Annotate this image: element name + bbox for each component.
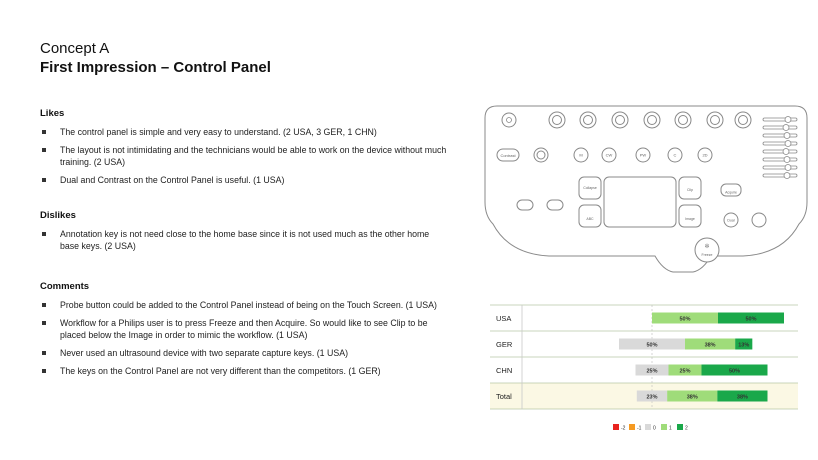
list-item: Workflow for a Philips user is to press …	[40, 317, 450, 341]
list-item: The layout is not intimidating and the t…	[40, 144, 450, 168]
svg-text:Contrast: Contrast	[500, 153, 516, 158]
concept-title: Concept A	[40, 40, 110, 57]
legend-swatch-0	[645, 424, 651, 430]
list-item: The keys on the Control Panel are not ve…	[40, 365, 450, 377]
likes-list: The control panel is simple and very eas…	[40, 126, 450, 186]
comments-section: Comments Probe button could be added to …	[40, 281, 450, 383]
list-item: The control panel is simple and very eas…	[40, 126, 450, 138]
contrast-button: Contrast	[496, 148, 520, 162]
legend-swatch-1	[661, 424, 667, 430]
legend-swatch--2	[613, 424, 619, 430]
svg-text:C: C	[674, 153, 677, 158]
data-label: 23%	[646, 394, 657, 400]
category-label-total: Total	[496, 392, 512, 401]
svg-text:CW: CW	[606, 153, 613, 158]
svg-text:Freeze: Freeze	[702, 253, 713, 257]
data-label: 25%	[646, 368, 657, 374]
rating-chart-svg: USA 50% 50%GER 50% 38% 13%CHN 25% 25% 50%Total 23…	[490, 304, 798, 432]
data-label: 50%	[729, 368, 740, 374]
svg-text:M: M	[579, 153, 582, 158]
likes-section: Likes The control panel is simple and ve…	[40, 108, 450, 192]
data-label: 38%	[737, 394, 748, 400]
svg-text:Acquire: Acquire	[725, 191, 737, 195]
category-label-chn: CHN	[496, 366, 512, 375]
rating-chart: USA 50% 50% GER 50% 38% 13% CHN 25% 25% 50% Total 23…	[490, 300, 798, 440]
data-label: 25%	[679, 368, 690, 374]
dislikes-list: Annotation key is not need close to the …	[40, 228, 450, 252]
list-item: Probe button could be added to the Contr…	[40, 299, 450, 311]
svg-text:Clip: Clip	[687, 188, 693, 192]
list-item: Dual and Contrast on the Control Panel i…	[40, 174, 450, 186]
dislikes-section: Dislikes Annotation key is not need clos…	[40, 210, 450, 258]
svg-text:Collapse: Collapse	[583, 186, 597, 190]
legend-label: -2	[621, 426, 626, 432]
svg-text:Image: Image	[685, 217, 695, 221]
svg-text:PW: PW	[640, 153, 647, 158]
list-item: Never used an ultrasound device with two…	[40, 347, 450, 359]
data-label: 50%	[646, 342, 657, 348]
dislikes-heading: Dislikes	[40, 210, 76, 221]
svg-text:Dual: Dual	[727, 219, 734, 223]
category-label-usa: USA	[496, 314, 511, 323]
likes-heading: Likes	[40, 108, 65, 119]
svg-text:2D: 2D	[702, 153, 707, 158]
data-label: 38%	[705, 342, 716, 348]
data-label: 50%	[745, 316, 756, 322]
power-button	[501, 112, 517, 128]
page-title: First Impression – Control Panel	[40, 59, 271, 76]
legend-label: 1	[669, 426, 672, 432]
legend-label: 2	[685, 426, 688, 432]
svg-text:✻: ✻	[704, 243, 709, 250]
svg-text:ABC: ABC	[586, 217, 594, 221]
legend-label: 0	[653, 426, 656, 432]
acquire-button: Acquire	[720, 183, 742, 197]
title-block: Concept A First Impression – Control Pan…	[40, 40, 271, 78]
control-panel-illustration: Contrast M CW PW C 2D Collapse ABC Clip …	[483, 104, 809, 276]
category-label-ger: GER	[496, 340, 513, 349]
comments-list: Probe button could be added to the Contr…	[40, 299, 450, 377]
comments-heading: Comments	[40, 281, 90, 292]
data-label: 38%	[687, 394, 698, 400]
data-label: 13%	[738, 342, 749, 348]
data-label: 50%	[679, 316, 690, 322]
list-item: Annotation key is not need close to the …	[40, 228, 450, 252]
legend-swatch-2	[677, 424, 683, 430]
freeze-button: ✻ Freeze	[694, 237, 720, 263]
legend-swatch--1	[629, 424, 635, 430]
legend-label: -1	[637, 426, 642, 432]
touch-screen	[603, 176, 677, 228]
